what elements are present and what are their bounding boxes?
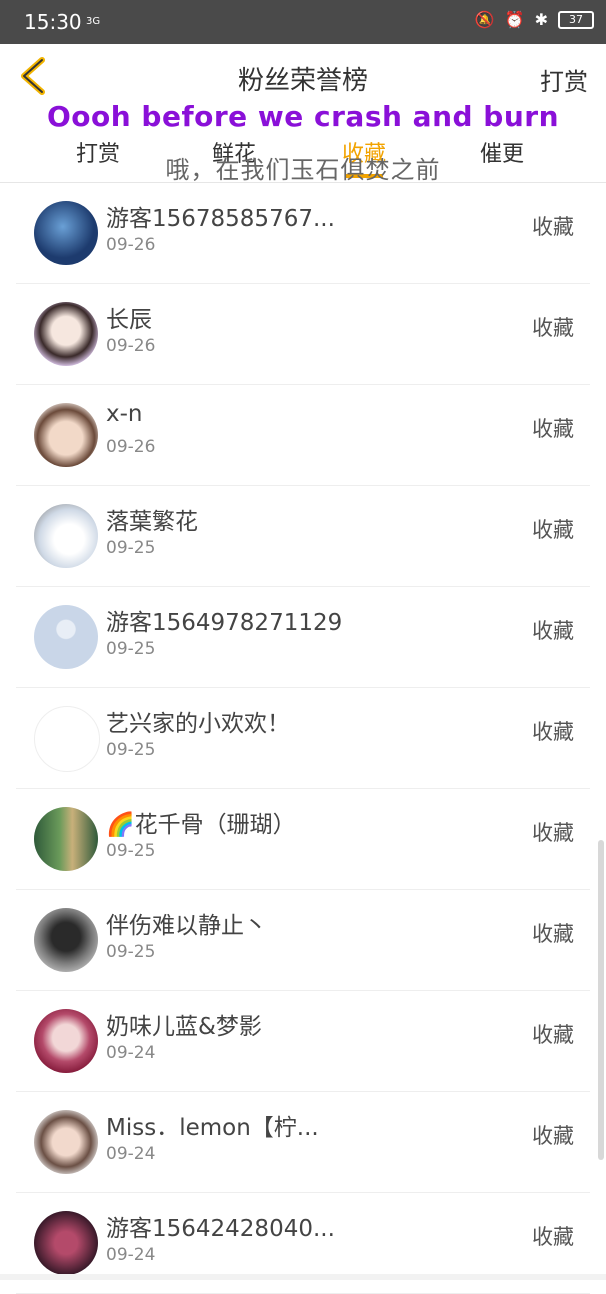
- list-item[interactable]: x-n 09-26 收藏: [16, 385, 590, 486]
- avatar: [34, 504, 98, 568]
- user-name: 游客15678585767...: [106, 206, 335, 232]
- favorite-date: 09-25: [106, 841, 156, 861]
- user-name: x-n: [106, 401, 143, 427]
- status-bar: 15:30 3G 🔕 ⏰ ✱ 37: [0, 0, 606, 44]
- favorite-date: 09-25: [106, 538, 156, 558]
- favorite-label: 收藏: [532, 619, 574, 643]
- user-name: 落葉繁花: [106, 509, 198, 535]
- favorite-date: 09-25: [106, 639, 156, 659]
- list-item[interactable]: 游客15649782711​29 09-25 收藏: [16, 587, 590, 688]
- avatar: [34, 1009, 98, 1073]
- status-icons: 🔕 ⏰ ✱ 37: [475, 10, 594, 29]
- list-item[interactable]: Miss．lemon【柠... 09-24 收藏: [16, 1092, 590, 1193]
- battery-icon: 37: [558, 10, 594, 29]
- favorite-date: 09-26: [106, 336, 156, 356]
- alarm-icon: ⏰: [504, 10, 525, 29]
- bottom-bar: [0, 1274, 606, 1280]
- list-item[interactable]: 艺兴家的小欢欢！ 09-25 收藏: [16, 688, 590, 789]
- favorite-date: 09-25: [106, 942, 156, 962]
- favorite-label: 收藏: [532, 417, 574, 441]
- user-name: 游客15642428040...: [106, 1216, 335, 1242]
- user-name: 长辰: [106, 307, 152, 333]
- status-time: 15:30: [24, 10, 82, 34]
- favorite-date: 09-25: [106, 740, 156, 760]
- list-item[interactable]: 伴伤难以静止丶 09-25 收藏: [16, 890, 590, 991]
- avatar: [34, 1110, 98, 1174]
- favorite-label: 收藏: [532, 1124, 574, 1148]
- user-name: 伴伤难以静止丶: [106, 913, 267, 939]
- avatar: [34, 706, 100, 772]
- network-indicator: 3G: [86, 16, 101, 27]
- favorite-date: 09-24: [106, 1043, 156, 1063]
- user-name: 游客15649782711​29: [106, 610, 343, 636]
- favorite-label: 收藏: [532, 518, 574, 542]
- favorite-label: 收藏: [532, 316, 574, 340]
- page-title: 粉丝荣誉榜: [237, 66, 368, 96]
- user-name: Miss．lemon【柠...: [106, 1115, 319, 1141]
- lyric-overlay-en: Oooh before we crash and burn: [46, 100, 560, 133]
- favorite-label: 收藏: [532, 922, 574, 946]
- favorite-date: 09-26: [106, 235, 156, 255]
- list-item[interactable]: 奶味儿蓝&梦影 09-24 收藏: [16, 991, 590, 1092]
- user-name: 🌈花千骨（珊瑚）: [106, 812, 296, 838]
- list-item[interactable]: 落葉繁花 09-25 收藏: [16, 486, 590, 587]
- bluetooth-icon: ✱: [534, 10, 548, 29]
- favorite-label: 收藏: [532, 1225, 574, 1249]
- favorite-label: 收藏: [532, 215, 574, 239]
- avatar: [34, 605, 98, 669]
- lyric-overlay-cn: 哦，在我们玉石俱焚之前: [165, 156, 441, 184]
- avatar: [34, 403, 98, 467]
- favorite-label: 收藏: [532, 720, 574, 744]
- avatar: [34, 908, 98, 972]
- avatar: [34, 1211, 98, 1275]
- scrollbar[interactable]: [598, 840, 604, 1160]
- reward-button[interactable]: 打赏: [540, 62, 588, 97]
- list-item[interactable]: 🌈花千骨（珊瑚） 09-25 收藏: [16, 789, 590, 890]
- avatar: [34, 201, 98, 265]
- favorite-label: 收藏: [532, 1023, 574, 1047]
- user-name: 奶味儿蓝&梦影: [106, 1014, 262, 1040]
- avatar: [34, 807, 98, 871]
- mute-icon: 🔕: [474, 10, 495, 29]
- avatar: [34, 302, 98, 366]
- favorite-date: 09-24: [106, 1245, 156, 1265]
- favorite-date: 09-24: [106, 1144, 156, 1164]
- list-item[interactable]: 游客15678585767... 09-26 收藏: [16, 183, 590, 284]
- favorite-label: 收藏: [532, 821, 574, 845]
- fan-list: 游客15678585767... 09-26 收藏 长辰 09-26 收藏 x-…: [0, 183, 606, 1294]
- list-item[interactable]: 长辰 09-26 收藏: [16, 284, 590, 385]
- user-name: 艺兴家的小欢欢！: [106, 711, 290, 737]
- favorite-date: 09-26: [106, 437, 156, 457]
